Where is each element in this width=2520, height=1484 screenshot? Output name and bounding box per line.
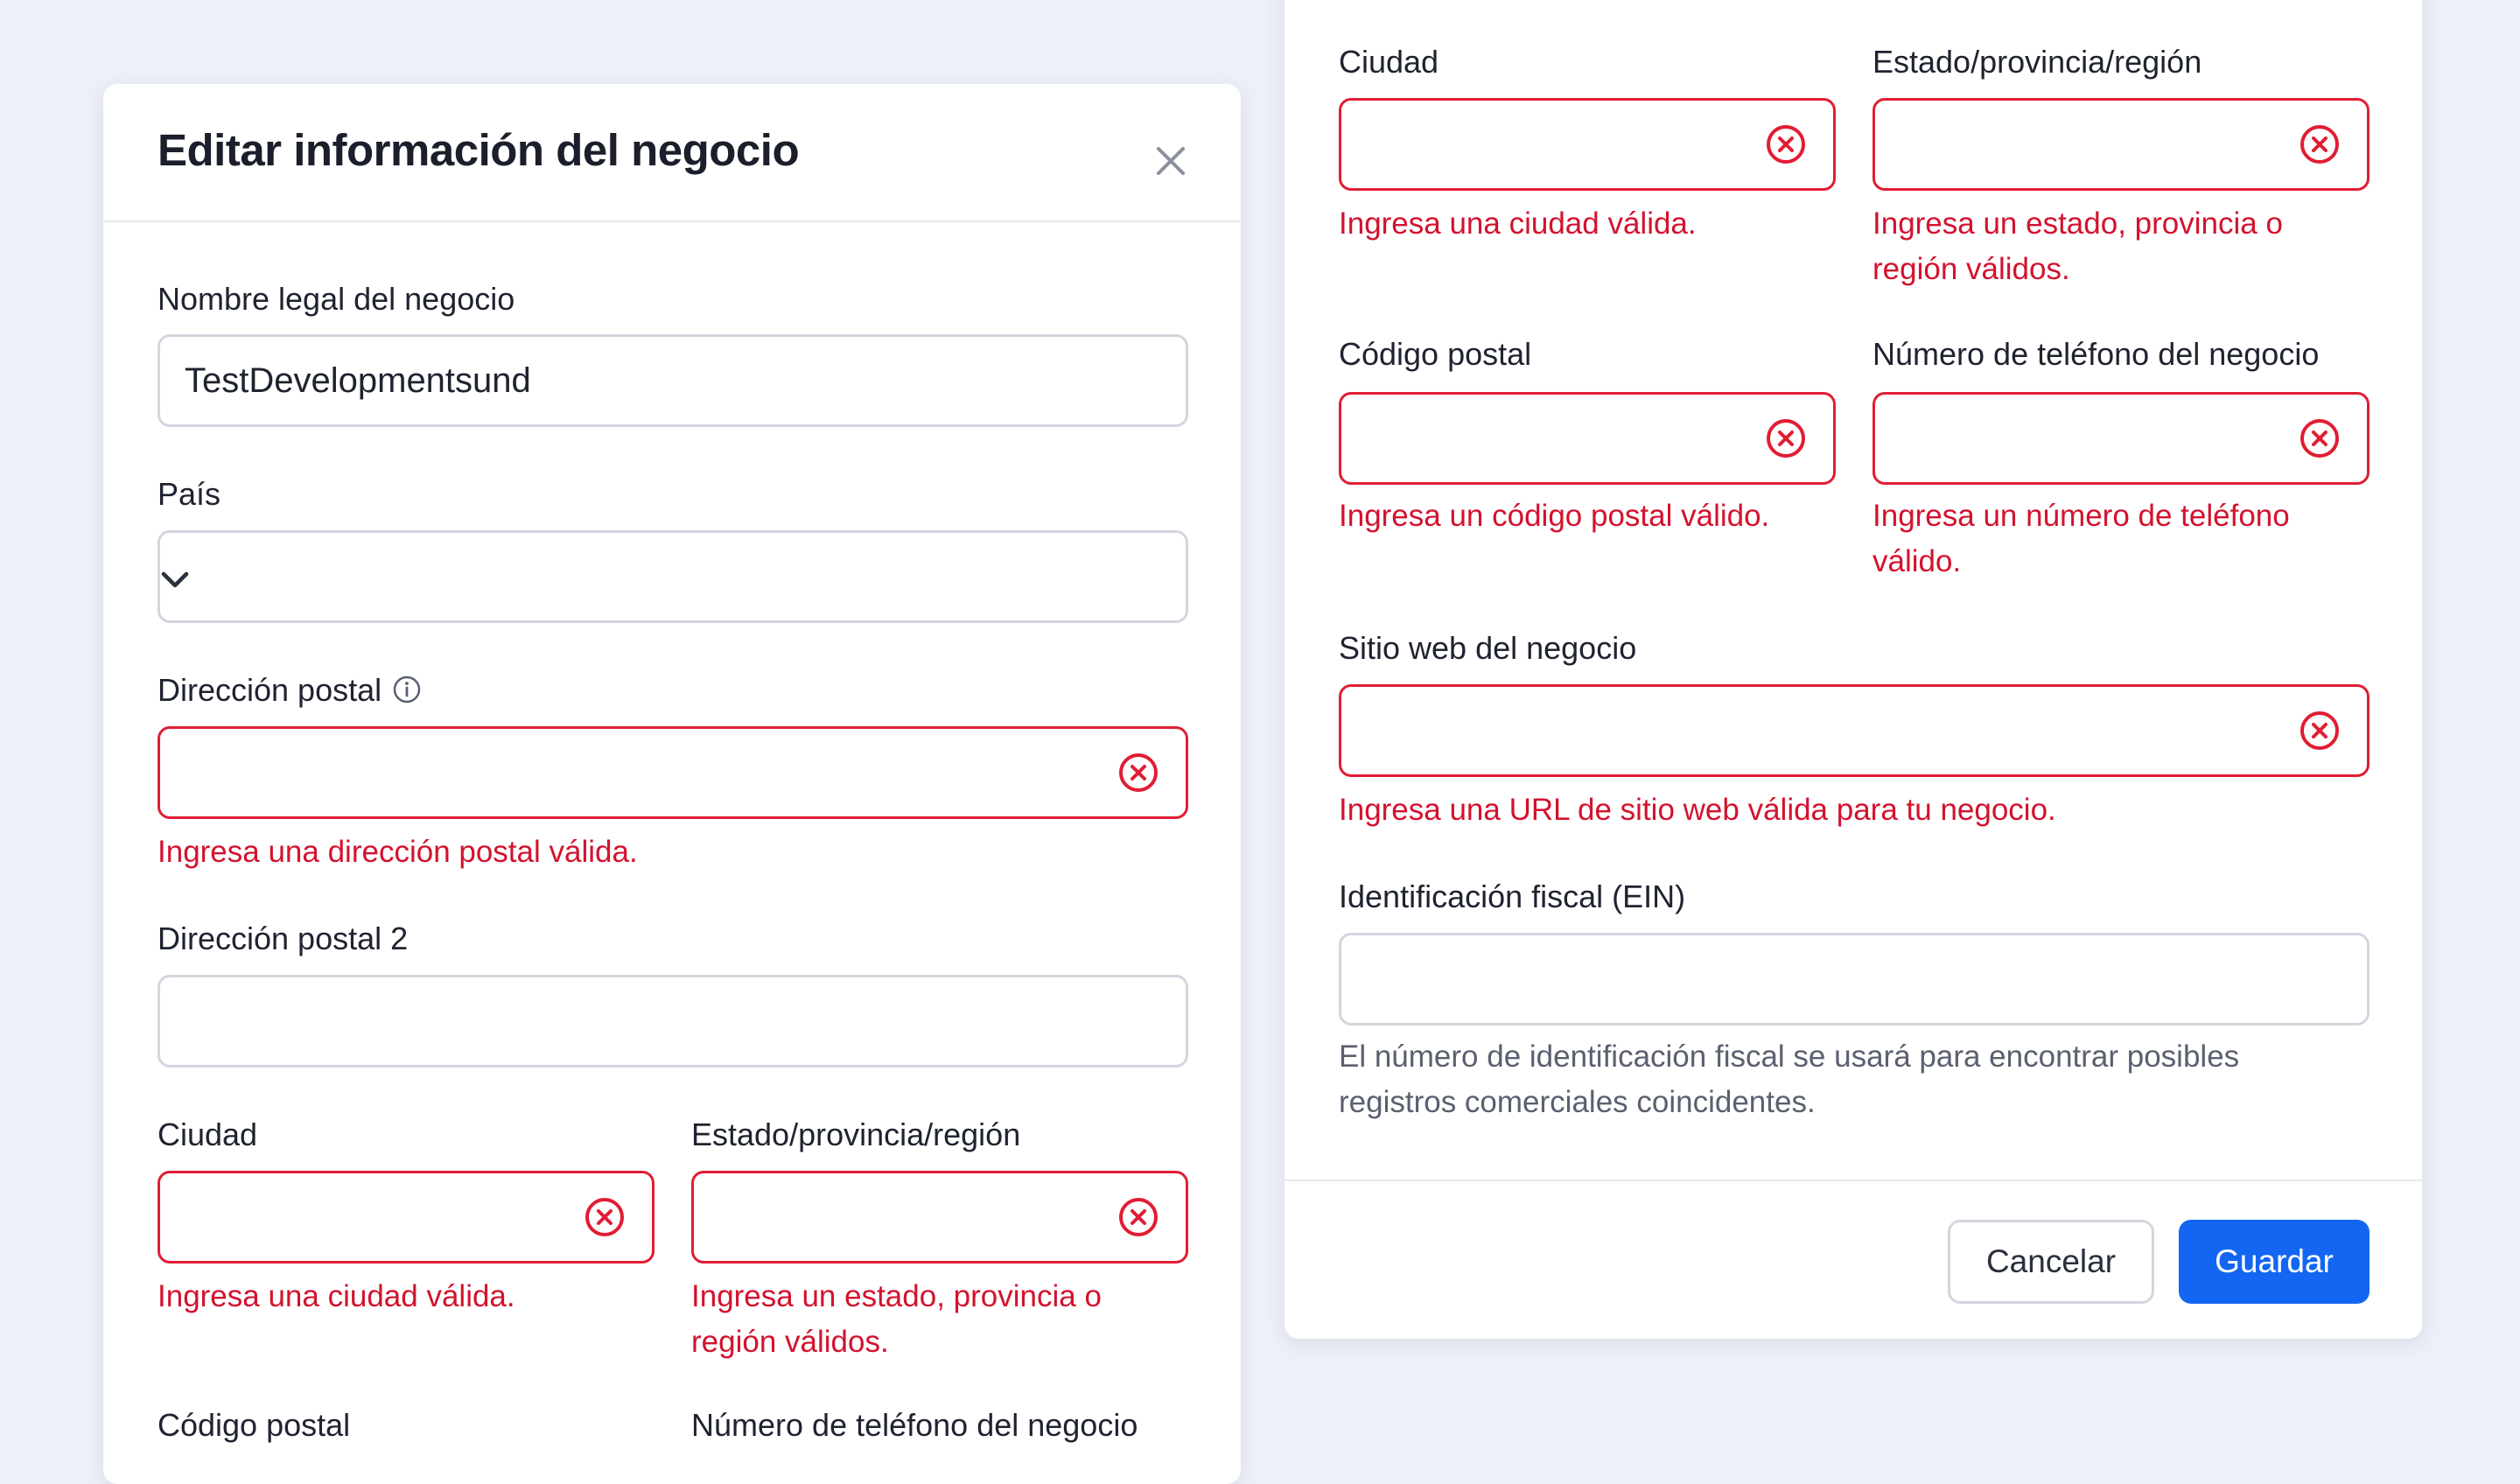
phone-input[interactable] (1872, 392, 2370, 485)
legal-name-value: TestDevelopmentsund (185, 360, 531, 400)
chevron-down-icon (161, 571, 189, 588)
state-input[interactable] (1872, 98, 2370, 191)
info-icon[interactable] (392, 675, 422, 704)
error-circle-icon (585, 1198, 624, 1236)
edit-business-dialog-scrolled: Ciudad Ingresa una ciudad válida. Estado… (1284, 0, 2422, 1339)
city-input[interactable] (158, 1171, 654, 1264)
city-label: Ciudad (1339, 44, 1439, 80)
website-label: Sitio web del negocio (1339, 630, 1637, 666)
state-error-line1: Ingresa un estado, provincia o (691, 1279, 1102, 1313)
close-icon (1157, 147, 1185, 175)
error-circle-icon (2300, 711, 2339, 750)
phone-error-line1: Ingresa un número de teléfono (1872, 499, 2290, 533)
address-label-text: Dirección postal (158, 672, 382, 708)
city-label: Ciudad (158, 1116, 258, 1152)
phone-error: Ingresa un número de teléfono válido. (1872, 494, 2290, 584)
state-label: Estado/provincia/región (1872, 44, 2202, 80)
cancel-button[interactable]: Cancelar (1948, 1220, 2154, 1304)
zip-error: Ingresa un código postal válido. (1339, 499, 1770, 533)
city-error: Ingresa una ciudad válida. (1339, 206, 1697, 241)
footer-divider (1284, 1180, 2422, 1181)
address2-input[interactable] (158, 975, 1188, 1068)
save-button[interactable]: Guardar (2179, 1220, 2370, 1304)
address-label: Dirección postal (158, 672, 422, 709)
website-error: Ingresa una URL de sitio web válida para… (1339, 793, 2056, 827)
address2-label: Dirección postal 2 (158, 920, 409, 956)
ein-help: El número de identificación fiscal se us… (1339, 1034, 2239, 1125)
dialog-header: Editar información del negocio (103, 84, 1241, 222)
error-circle-icon (2300, 125, 2339, 164)
country-select[interactable] (158, 530, 1188, 623)
state-error: Ingresa un estado, provincia o región vá… (691, 1274, 1102, 1365)
ein-help-line1: El número de identificación fiscal se us… (1339, 1040, 2240, 1074)
state-error-line1: Ingresa un estado, provincia o (1872, 206, 2283, 241)
error-circle-icon (1119, 753, 1158, 792)
state-error-line2: región válidos. (1872, 252, 2070, 286)
phone-label: Número de teléfono del negocio (691, 1407, 1138, 1443)
state-input[interactable] (691, 1171, 1188, 1264)
legal-name-input[interactable]: TestDevelopmentsund (158, 334, 1188, 427)
address-error: Ingresa una dirección postal válida. (158, 835, 638, 869)
error-circle-icon (1767, 125, 1805, 164)
ein-label: Identificación fiscal (EIN) (1339, 878, 1686, 914)
zip-label: Código postal (158, 1407, 351, 1443)
state-error-line2: región válidos. (691, 1325, 889, 1359)
phone-error-line2: válido. (1872, 544, 1962, 578)
city-error: Ingresa una ciudad válida. (158, 1279, 515, 1313)
website-input[interactable] (1339, 684, 2370, 777)
country-label: País (158, 476, 221, 512)
error-circle-icon (1767, 419, 1805, 458)
city-input[interactable] (1339, 98, 1836, 191)
state-label: Estado/provincia/región (691, 1116, 1021, 1152)
phone-label: Número de teléfono del negocio (1872, 336, 2320, 372)
edit-business-dialog: Editar información del negocio Nombre le… (103, 84, 1241, 1484)
zip-label: Código postal (1339, 336, 1532, 372)
zip-input[interactable] (1339, 392, 1836, 485)
close-button[interactable] (1139, 130, 1202, 192)
state-error: Ingresa un estado, provincia o región vá… (1872, 201, 2283, 292)
error-circle-icon (2300, 419, 2339, 458)
legal-name-label: Nombre legal del negocio (158, 281, 515, 317)
error-circle-icon (1119, 1198, 1158, 1236)
ein-help-line2: registros comerciales coincidentes. (1339, 1085, 1816, 1119)
address-input[interactable] (158, 726, 1188, 819)
ein-input[interactable] (1339, 933, 2370, 1026)
dialog-title: Editar información del negocio (158, 125, 800, 175)
